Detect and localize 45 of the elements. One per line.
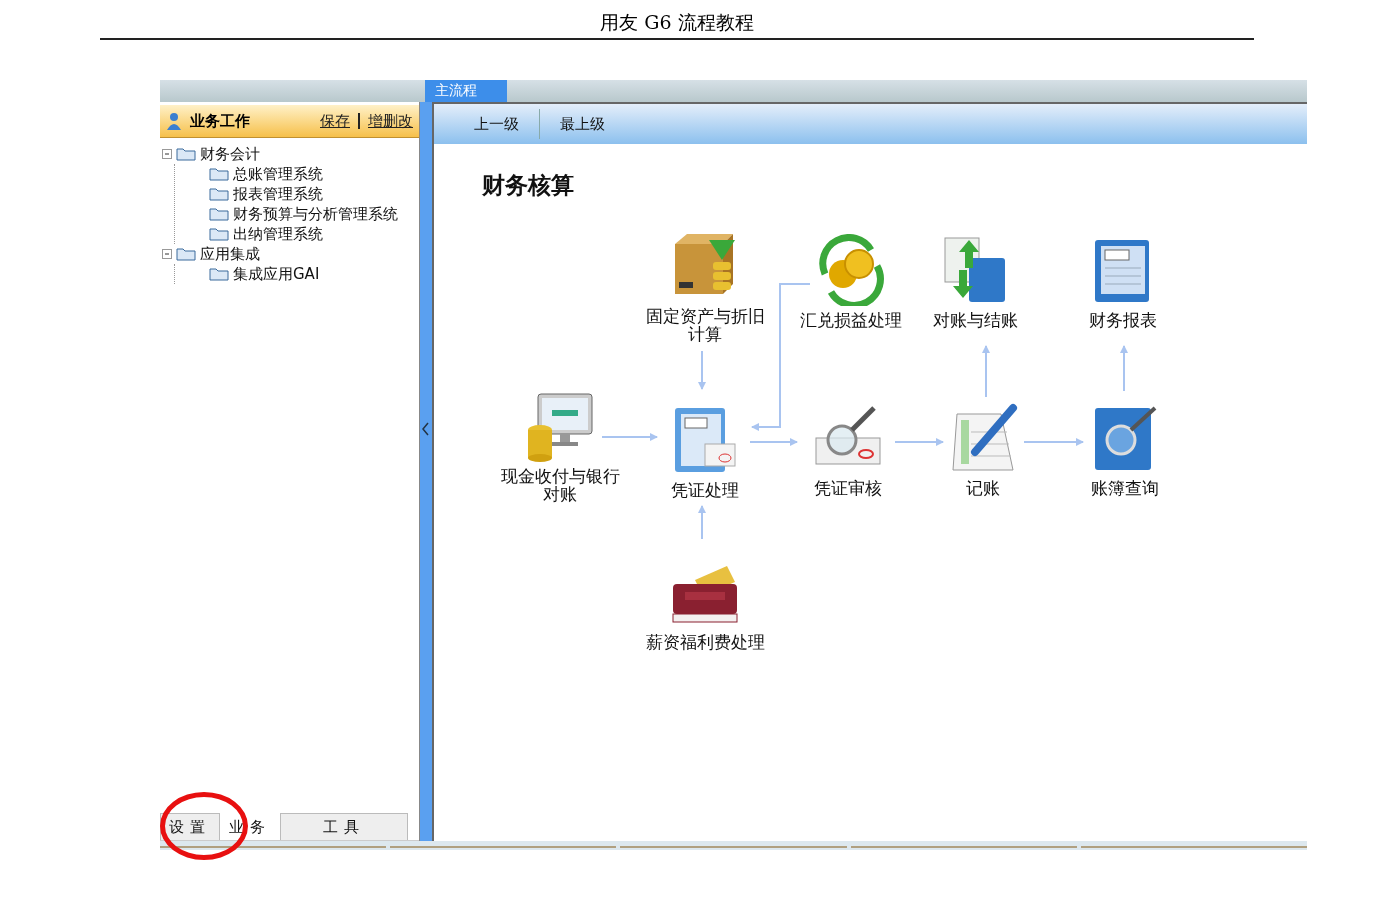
action-link[interactable]: 增删改 — [368, 111, 413, 131]
bottom-tab[interactable]: 设置 — [160, 813, 220, 840]
folder-icon — [209, 267, 229, 281]
tree-item[interactable]: 应用集成 — [200, 244, 260, 264]
flow-node-label[interactable]: 财务报表 — [1089, 312, 1157, 330]
folder-icon — [209, 167, 229, 181]
flow-arrow — [698, 350, 706, 390]
expander-icon[interactable] — [162, 149, 172, 159]
flow-node-label[interactable]: 现金收付与银行对账 — [496, 468, 624, 504]
flow-node-label[interactable]: 记账 — [966, 480, 1000, 498]
folder-icon — [209, 227, 229, 241]
flow-node-label[interactable]: 凭证处理 — [671, 482, 739, 500]
flow-arrow — [982, 345, 990, 398]
tree-item[interactable]: 总账管理系统 — [233, 164, 323, 184]
flow-node-label[interactable]: 薪资福利费处理 — [645, 634, 765, 652]
flow-node-label[interactable]: 固定资产与折旧计算 — [641, 308, 769, 344]
flow-node-label[interactable]: 凭证审核 — [814, 480, 882, 498]
tree-item[interactable]: 集成应用GAI — [233, 264, 320, 284]
flow-arrow — [601, 433, 658, 441]
collapse-handle-icon[interactable] — [422, 422, 430, 436]
tree-item[interactable]: 财务会计 — [200, 144, 260, 164]
canvas-title: 财务核算 — [482, 171, 574, 200]
action-link[interactable]: 保存 — [320, 111, 350, 131]
user-icon — [166, 112, 182, 130]
expander-icon[interactable] — [162, 249, 172, 259]
flow-node-label[interactable]: 汇兑损益处理 — [800, 312, 902, 330]
flow-arrow — [698, 505, 706, 540]
flow-node-label[interactable]: 对账与结账 — [932, 312, 1018, 330]
toolbar-button[interactable]: 最上级 — [540, 107, 625, 141]
tree-item[interactable]: 报表管理系统 — [233, 184, 323, 204]
document-header: 用友 G6 流程教程 — [100, 10, 1254, 40]
sidebar-title: 业务工作 — [190, 111, 251, 131]
flow-arrow — [749, 438, 798, 446]
tree-item[interactable]: 财务预算与分析管理系统 — [233, 204, 398, 224]
bottom-tab[interactable]: 工具 — [280, 813, 408, 840]
folder-icon — [209, 207, 229, 221]
folder-icon — [176, 147, 196, 161]
folder-icon — [209, 187, 229, 201]
toolbar-button[interactable]: 上一级 — [454, 107, 539, 141]
folder-icon — [176, 247, 196, 261]
flow-node-label[interactable]: 账簿查询 — [1091, 480, 1159, 498]
flow-arrow — [1023, 438, 1084, 446]
flow-arrow — [894, 438, 944, 446]
tree-item[interactable]: 出纳管理系统 — [233, 224, 323, 244]
flow-arrow — [1120, 345, 1128, 392]
